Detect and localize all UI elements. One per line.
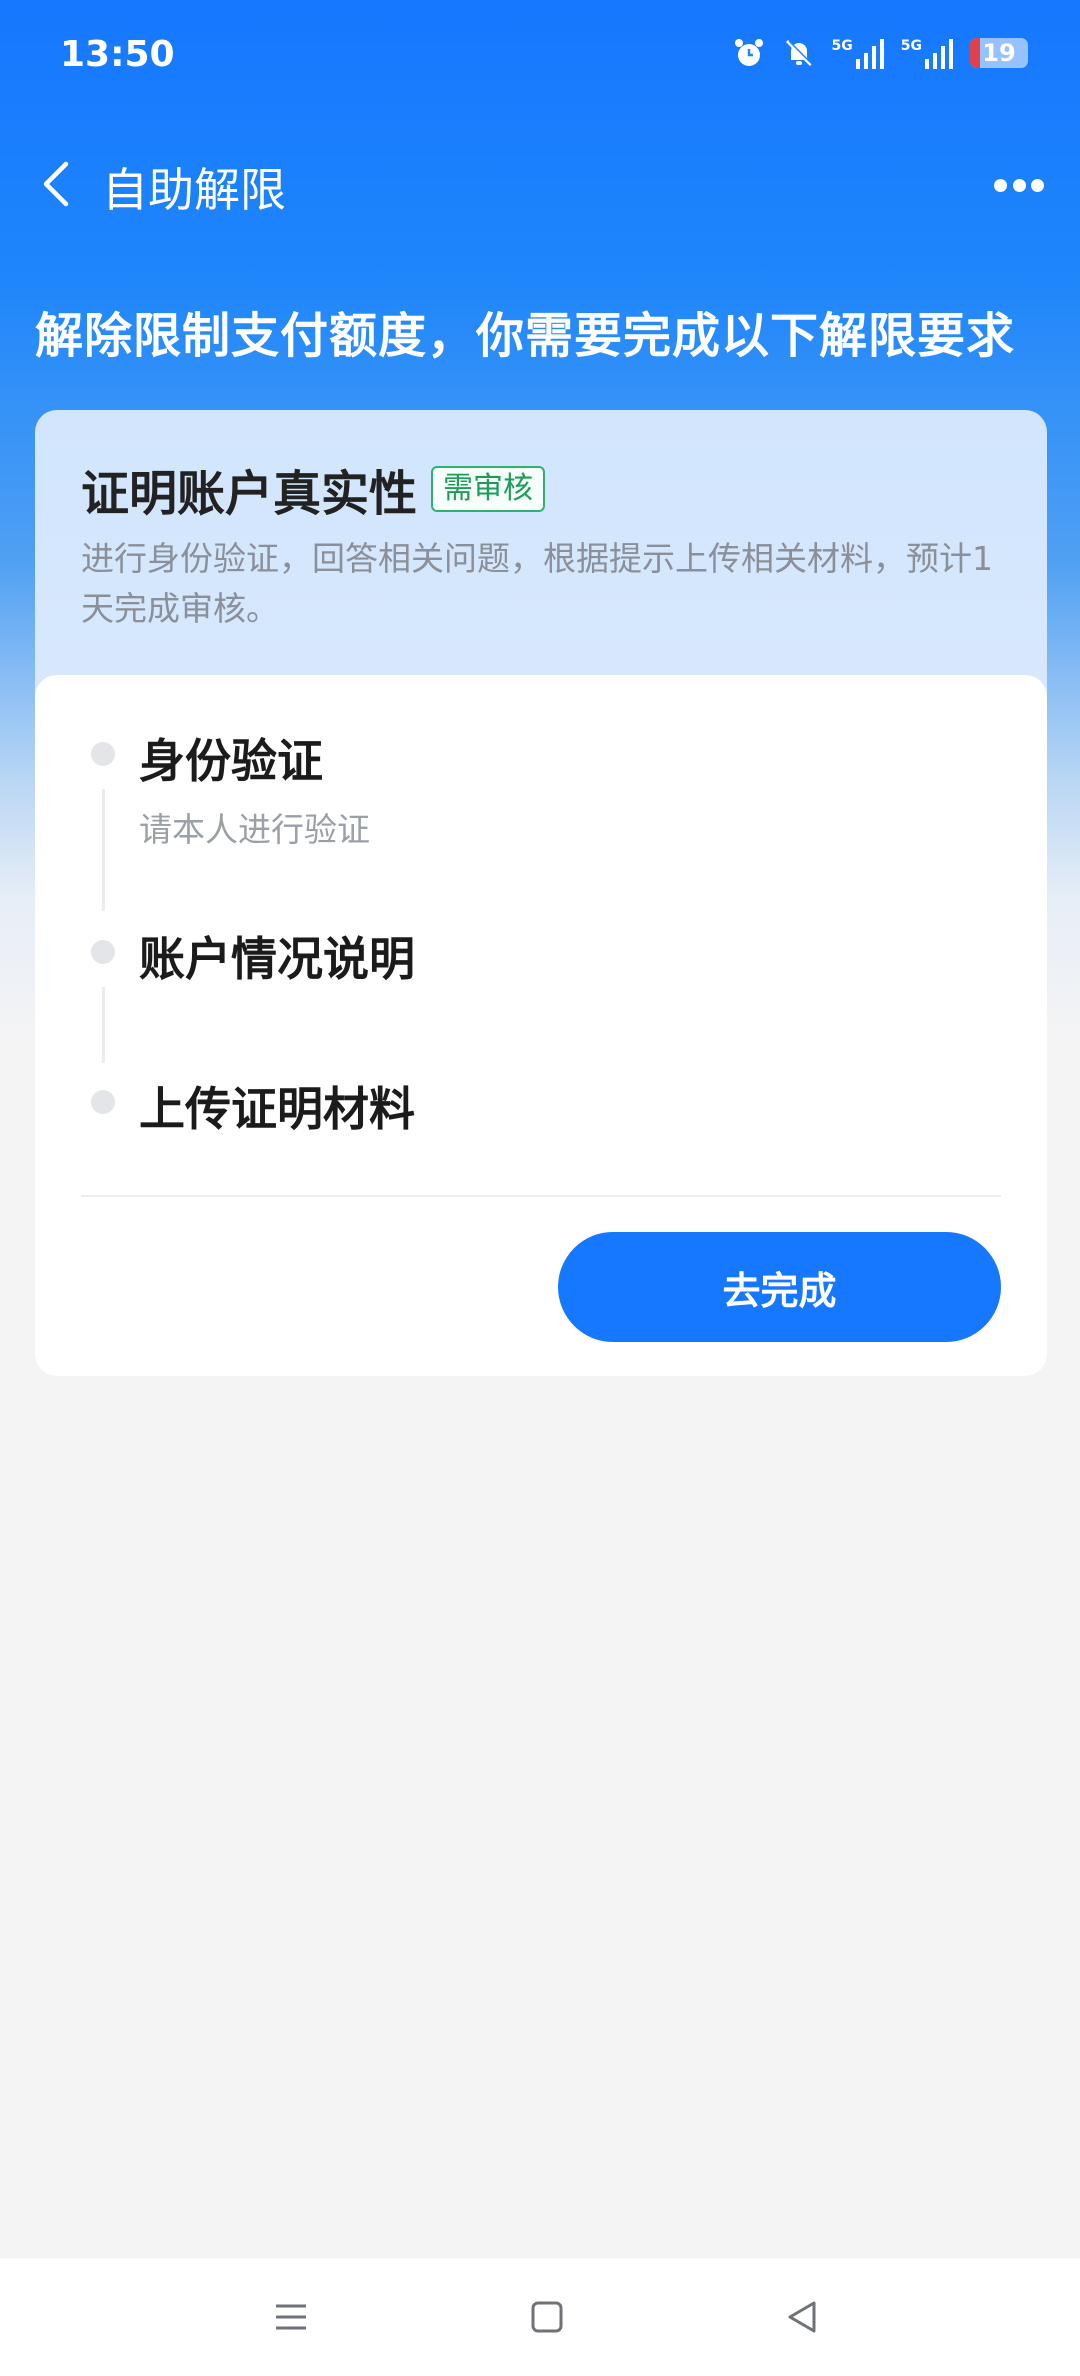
- status-time: 13:50: [60, 34, 175, 75]
- status-icons: 5G 5G 19: [732, 36, 1028, 70]
- complete-button[interactable]: 去完成: [558, 1232, 1001, 1342]
- card-description: 进行身份验证，回答相关问题，根据提示上传相关材料，预计1天完成审核。: [81, 539, 993, 628]
- step-title: 身份验证: [139, 734, 323, 788]
- battery-icon: 19: [970, 38, 1028, 68]
- step-connector: [102, 789, 105, 911]
- step-title: 上传证明材料: [139, 1082, 415, 1136]
- requirement-card: 证明账户真实性 需审核 进行身份验证，回答相关问题，根据提示上传相关材料，预计1…: [35, 410, 1047, 1376]
- menu-icon: [276, 2304, 306, 2330]
- system-nav-bar: [0, 2258, 1080, 2376]
- home-icon: [531, 2301, 563, 2333]
- battery-level: 19: [982, 39, 1016, 67]
- status-bar: 13:50 5G 5G 19: [0, 0, 1080, 120]
- step-subtitle: 请本人进行验证: [139, 810, 370, 849]
- nav-bar: 自助解限: [0, 140, 1080, 230]
- more-button[interactable]: [994, 170, 1044, 200]
- back-button[interactable]: [30, 154, 90, 214]
- menu-button[interactable]: [266, 2292, 316, 2342]
- signal-icon: 5G: [832, 37, 885, 69]
- step-dot: [91, 742, 115, 766]
- step-dot: [91, 1090, 115, 1114]
- step-dot: [91, 940, 115, 964]
- card-body: 身份验证 请本人进行验证 账户情况说明 上传证明材料 去完成: [35, 675, 1047, 1376]
- review-badge: 需审核: [431, 466, 546, 512]
- chevron-left-icon: [43, 161, 69, 207]
- card-title: 证明账户真实性: [81, 466, 418, 522]
- card-header: 证明账户真实性 需审核 进行身份验证，回答相关问题，根据提示上传相关材料，预计1…: [35, 410, 1047, 675]
- divider: [81, 1195, 1001, 1197]
- mute-icon: [782, 36, 816, 70]
- card-title-row: 证明账户真实性 需审核: [81, 454, 546, 524]
- more-dots-icon: [994, 178, 1007, 192]
- step-connector: [102, 987, 105, 1063]
- home-button[interactable]: [522, 2292, 572, 2342]
- step-title: 账户情况说明: [139, 932, 415, 986]
- page-title: 自助解限: [102, 163, 286, 217]
- headline: 解除限制支付额度，你需要完成以下解限要求: [35, 308, 1016, 364]
- system-back-button[interactable]: [778, 2292, 828, 2342]
- signal-icon: 5G: [901, 37, 954, 69]
- network-type-1: 5G: [831, 38, 853, 54]
- back-triangle-icon: [788, 2301, 816, 2333]
- alarm-icon: [732, 36, 766, 70]
- network-type-2: 5G: [900, 38, 922, 54]
